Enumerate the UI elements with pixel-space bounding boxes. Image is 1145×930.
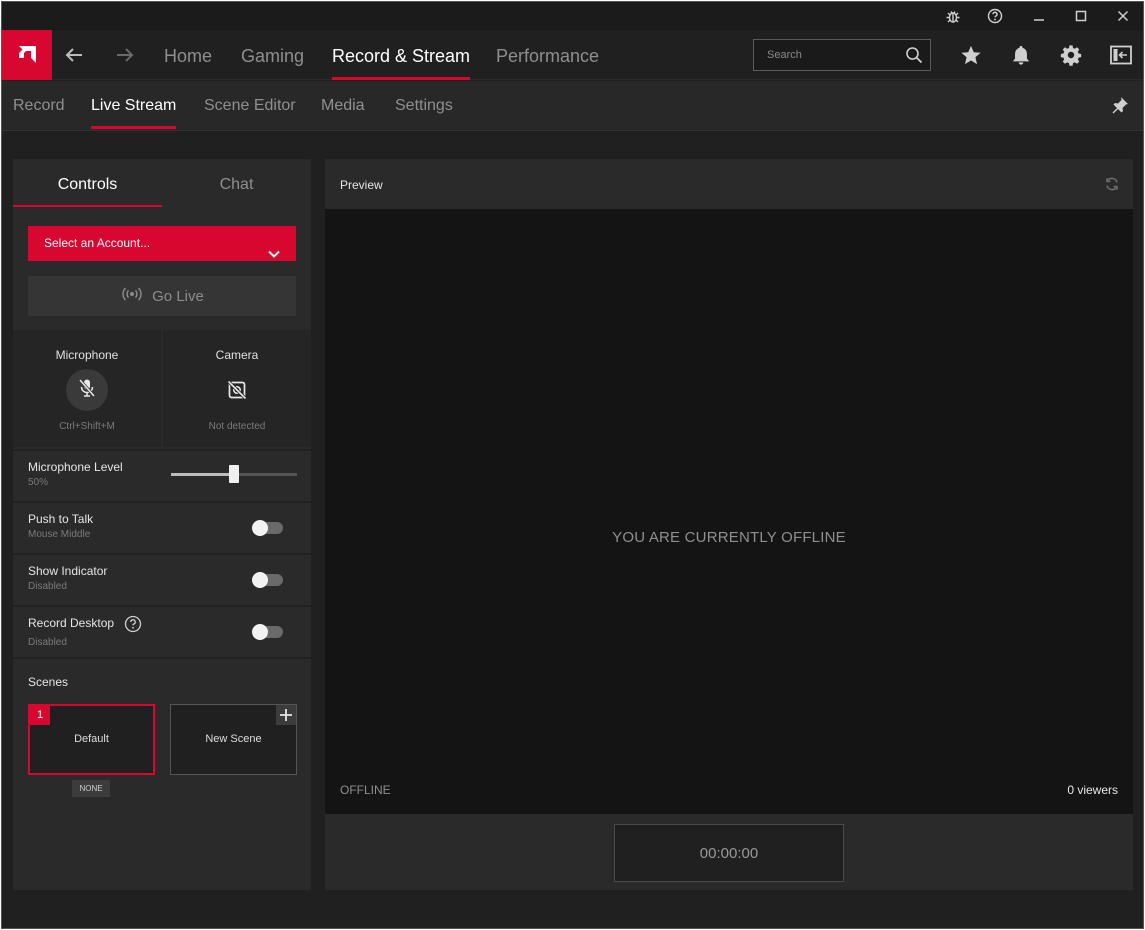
plus-icon [276, 705, 296, 725]
record-desktop-toggle[interactable] [252, 624, 283, 640]
preview-screen: YOU ARE CURRENTLY OFFLINE [325, 209, 1133, 814]
app-window: Home Gaming Record & Stream Performance … [1, 1, 1144, 929]
back-arrow-icon[interactable] [52, 30, 96, 80]
bug-report-icon[interactable] [932, 2, 974, 30]
show-indicator-label: Show Indicator [28, 564, 108, 578]
nav-tab-gaming[interactable]: Gaming [241, 30, 304, 80]
help-icon[interactable] [124, 615, 142, 638]
show-indicator-sub: Disabled [28, 581, 67, 592]
new-scene-label: New Scene [205, 733, 262, 745]
new-scene-button[interactable]: New Scene [170, 704, 297, 775]
maximize-icon[interactable] [1060, 2, 1102, 30]
record-desktop-sub: Disabled [28, 637, 67, 648]
tab-chat[interactable]: Chat [162, 159, 311, 207]
search-input[interactable] [754, 40, 894, 70]
sub-nav: Record Live Stream Scene Editor Media Se… [2, 81, 1143, 131]
microphone-toggle-button[interactable] [66, 369, 108, 411]
subnav-tab-scene-editor[interactable]: Scene Editor [204, 81, 296, 131]
chevron-down-icon [268, 238, 280, 273]
microphone-muted-icon [78, 378, 96, 403]
microphone-level-thumb[interactable] [229, 465, 239, 483]
scene-hotkey-badge: NONE [72, 780, 110, 797]
nav-tab-home[interactable]: Home [164, 30, 212, 80]
minimize-icon[interactable] [1018, 2, 1060, 30]
show-indicator-row: Show Indicator Disabled [13, 553, 311, 603]
microphone-hotkey: Ctrl+Shift+M [59, 421, 115, 432]
go-live-button[interactable]: Go Live [28, 276, 296, 316]
subnav-tab-settings[interactable]: Settings [395, 81, 453, 131]
camera-tile: Camera Not detected [163, 330, 311, 447]
microphone-title: Microphone [55, 348, 119, 362]
nav-tab-performance[interactable]: Performance [496, 30, 599, 80]
controls-panel: Controls Chat Select an Account... Go Li… [13, 159, 311, 890]
select-account-label: Select an Account... [44, 236, 151, 250]
camera-title: Camera [215, 348, 259, 362]
tab-controls[interactable]: Controls [13, 159, 162, 207]
camera-status: Not detected [208, 421, 266, 432]
favorites-star-icon[interactable] [949, 30, 993, 80]
select-account-dropdown[interactable]: Select an Account... [28, 226, 296, 261]
pin-icon[interactable] [1111, 96, 1129, 119]
microphone-level-value: 50% [28, 477, 49, 488]
show-indicator-toggle[interactable] [252, 572, 283, 588]
go-live-label: Go Live [152, 287, 204, 305]
record-desktop-row: Record Desktop Disabled [13, 605, 311, 657]
notifications-bell-icon[interactable] [999, 30, 1043, 80]
viewer-count: 0 viewers [1067, 783, 1118, 797]
scene-name: Default [74, 733, 109, 745]
preview-header: Preview [325, 159, 1133, 209]
forward-arrow-icon[interactable] [103, 30, 147, 80]
search-icon[interactable] [905, 46, 923, 69]
stream-status: OFFLINE [340, 783, 391, 797]
push-to-talk-row: Push to Talk Mouse Middle [13, 501, 311, 551]
push-to-talk-label: Push to Talk [28, 512, 94, 526]
microphone-level-fill [171, 473, 234, 476]
collapse-panel-icon[interactable] [1099, 30, 1143, 80]
nav-tab-record-stream[interactable]: Record & Stream [332, 30, 471, 80]
scene-card-default[interactable]: 1 Default [28, 704, 155, 775]
refresh-icon[interactable] [1104, 176, 1120, 197]
scene-number-badge: 1 [30, 706, 50, 725]
scenes-label: Scenes [28, 675, 69, 689]
preview-panel: Preview YOU ARE CURRENTLY OFFLINE OFFLIN… [325, 159, 1133, 890]
broadcast-icon [120, 286, 144, 306]
microphone-level-label: Microphone Level [28, 460, 123, 474]
record-desktop-label: Record Desktop [28, 616, 115, 630]
stream-timer: 00:00:00 [614, 824, 844, 882]
microphone-tile: Microphone Ctrl+Shift+M [13, 330, 161, 447]
amd-logo[interactable] [2, 30, 52, 80]
preview-title: Preview [340, 178, 383, 192]
camera-off-icon[interactable] [226, 379, 248, 405]
offline-message: YOU ARE CURRENTLY OFFLINE [612, 529, 846, 546]
push-to-talk-toggle[interactable] [252, 520, 283, 536]
subnav-tab-record[interactable]: Record [13, 81, 65, 131]
divider [13, 657, 311, 659]
subnav-tab-media[interactable]: Media [321, 81, 365, 131]
push-to-talk-sub: Mouse Middle [28, 529, 91, 540]
search-box [753, 39, 931, 71]
subnav-tab-live-stream[interactable]: Live Stream [91, 81, 177, 131]
close-icon[interactable] [1102, 2, 1143, 30]
microphone-level-slider[interactable] [171, 465, 297, 483]
main-nav: Home Gaming Record & Stream Performance [2, 30, 1143, 80]
help-icon[interactable] [974, 2, 1016, 30]
title-bar [2, 2, 1143, 30]
microphone-level-row: Microphone Level 50% [13, 449, 311, 499]
settings-gear-icon[interactable] [1049, 30, 1093, 80]
